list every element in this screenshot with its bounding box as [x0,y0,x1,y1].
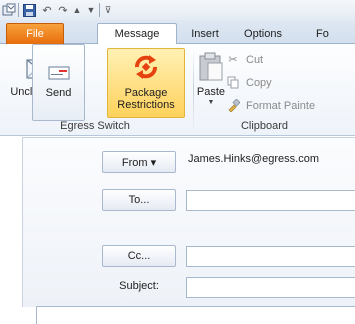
undo-icon[interactable]: ↶ [40,3,54,17]
ribbon-tabs: File Message Insert Options Fo [0,20,355,45]
to-button[interactable]: To... [102,189,176,211]
qat-divider [18,3,19,17]
send-icon [48,66,70,83]
tab-format[interactable]: Fo [298,23,355,44]
package-label-line1: Package [124,87,168,99]
tab-options[interactable]: Options [233,23,293,44]
copy-button[interactable]: Copy [226,74,272,91]
paste-button[interactable]: Paste ▼ [194,50,228,108]
save-icon[interactable] [22,3,36,17]
cc-button[interactable]: Cc... [102,245,176,267]
copy-icon [226,76,240,90]
from-address: James.Hinks@egress.com [188,153,319,165]
cut-button[interactable]: ✂ Cut [226,51,263,68]
qat-divider [99,3,100,17]
brush-icon [226,99,240,113]
package-restrictions-icon [130,51,162,83]
package-restrictions-button[interactable]: Package Restrictions [107,48,185,118]
egress-switch-group-label: Egress Switch [60,120,130,132]
up-arrow-icon[interactable]: ▲ [70,3,84,17]
tab-message[interactable]: Message [97,23,177,45]
quick-access-toolbar: ↶ ↷ ▲ ▼ ⊽ [0,0,355,20]
send-button[interactable]: Send [32,44,85,121]
cut-label: Cut [246,53,264,66]
redo-icon[interactable]: ↷ [56,3,70,17]
to-field[interactable] [186,190,355,211]
down-arrow-icon[interactable]: ▼ [84,3,98,17]
tab-insert[interactable]: Insert [180,23,230,44]
message-body[interactable] [36,306,355,324]
subject-field[interactable] [186,277,355,298]
dropdown-arrow-icon: ▼ [207,99,215,106]
format-painter-button[interactable]: Format Painte [226,97,315,114]
scissors-icon: ✂ [228,54,238,66]
package-label-line2: Restrictions [117,99,175,111]
from-button[interactable]: From ▾ [102,151,176,173]
paste-icon [195,50,227,82]
tab-file[interactable]: File [6,23,64,44]
cc-field[interactable] [186,246,355,267]
send-label: Send [45,87,72,99]
copy-label: Copy [246,76,272,89]
outlook-icon[interactable] [2,3,16,17]
clipboard-group-label: Clipboard [240,120,289,132]
format-painter-label: Format Painte [246,99,316,112]
customize-icon[interactable]: ⊽ [101,3,115,17]
paste-label: Paste [196,86,226,98]
subject-label: Subject: [119,280,159,292]
